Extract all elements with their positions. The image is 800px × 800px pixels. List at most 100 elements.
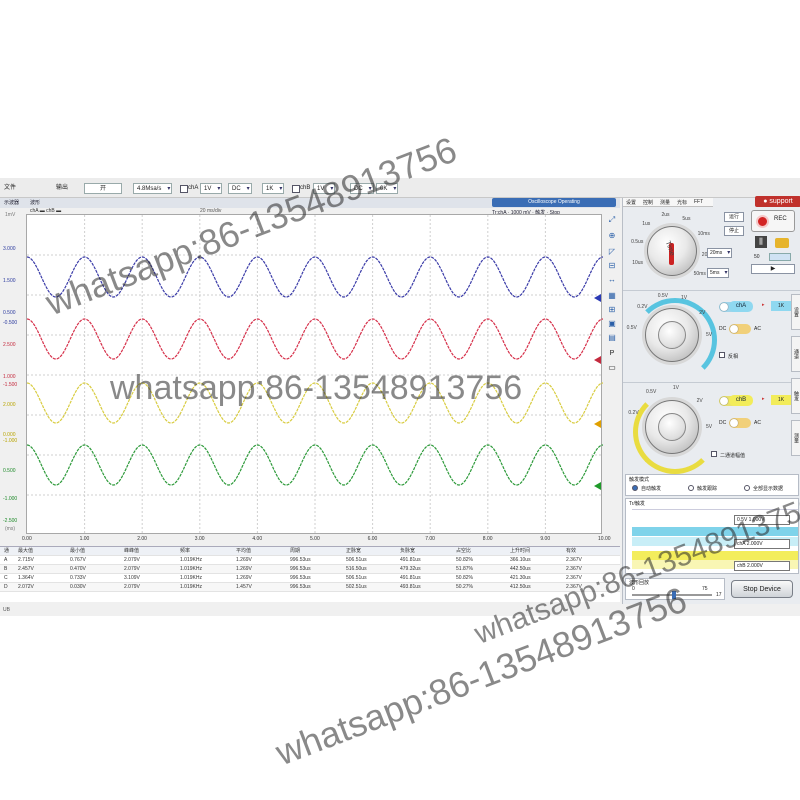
- panel-tabs: 设置 控制 测量 光标 FFT: [623, 198, 713, 207]
- ring-label[interactable]: 1V: [681, 295, 687, 301]
- table-row[interactable]: A 2.715V 0.767V 2.079V 1.019KHz 1.269V 996.53u…: [0, 556, 620, 565]
- trigger-mode-radio[interactable]: [688, 485, 694, 491]
- y-label: -1.000: [3, 496, 18, 502]
- side-tab[interactable]: 通道: [791, 336, 800, 372]
- side-tab[interactable]: 触发: [791, 378, 800, 414]
- chb-knob[interactable]: [645, 400, 699, 454]
- rec-button[interactable]: REC: [751, 210, 795, 232]
- print-icon[interactable]: ▤: [606, 332, 618, 344]
- fit-icon[interactable]: ⤢: [606, 214, 618, 226]
- panel-tab[interactable]: FFT: [694, 199, 703, 205]
- y-label: -2.500: [3, 518, 18, 524]
- channel-marker-d[interactable]: [594, 482, 601, 490]
- cha-level-bar[interactable]: [632, 527, 798, 536]
- panel-tab[interactable]: 测量: [660, 199, 670, 206]
- trigger-mode-radio[interactable]: [744, 485, 750, 491]
- chb-amplitude-checkbox[interactable]: [711, 451, 717, 457]
- cha-coupling-select[interactable]: DC: [228, 183, 252, 195]
- ring-label[interactable]: 0.5us: [631, 239, 643, 245]
- ring-label[interactable]: 1us: [642, 221, 650, 227]
- table-cell: 1.457V: [236, 584, 252, 590]
- side-tab[interactable]: 设置: [791, 294, 800, 330]
- freq-select[interactable]: 1K: [262, 183, 285, 195]
- ring-label[interactable]: 2us: [662, 212, 670, 218]
- cha-invert-checkbox[interactable]: [719, 352, 725, 358]
- run-button[interactable]: 运行: [724, 212, 744, 222]
- ring-label[interactable]: 10ms: [698, 231, 710, 237]
- chb-volt-select[interactable]: 1V: [313, 183, 336, 195]
- tab-wave[interactable]: 波形: [30, 199, 40, 206]
- table-row[interactable]: D 2.072V 0.030V 2.079V 1.019KHz 1.457V 996.53u…: [0, 583, 620, 592]
- cha-arrow-icon[interactable]: ▸: [762, 302, 765, 308]
- chb-coupling-toggle[interactable]: [729, 418, 751, 428]
- trigger-level-field[interactable]: 0.5V 1.000V: [734, 515, 790, 525]
- counter-bar[interactable]: [769, 253, 791, 261]
- chb-level-bar[interactable]: [632, 551, 798, 560]
- panel-tab[interactable]: 设置: [626, 199, 636, 206]
- ring-label[interactable]: 50ms: [694, 271, 706, 277]
- channel-marker-b[interactable]: [594, 356, 601, 364]
- ring-label[interactable]: 0.2V: [637, 304, 647, 310]
- cha-level-field[interactable]: chA 2.000V: [734, 539, 790, 549]
- cha-volt-select[interactable]: 1V: [200, 183, 223, 195]
- side-tab[interactable]: 测量: [791, 420, 800, 456]
- ring-label[interactable]: 0.5V: [627, 325, 637, 331]
- time-knob[interactable]: Time: [647, 226, 697, 276]
- table-header-cell: 周期: [290, 548, 301, 554]
- stop-button[interactable]: 停止: [724, 226, 744, 236]
- ring-label[interactable]: 0.2V: [628, 410, 638, 416]
- mode-select[interactable]: 0K: [376, 183, 399, 195]
- folder-icon[interactable]: [775, 238, 789, 248]
- panel-tab[interactable]: 控制: [643, 199, 653, 206]
- p-icon[interactable]: P: [606, 348, 618, 360]
- save-icon[interactable]: ▣: [606, 318, 618, 330]
- chart-icon[interactable]: ▦: [606, 290, 618, 302]
- ruler-icon[interactable]: ◸: [606, 246, 618, 258]
- tab-scope[interactable]: 示波器: [4, 199, 19, 206]
- chb-arrow-icon[interactable]: ▸: [762, 396, 765, 402]
- menu-output[interactable]: 输出: [56, 183, 68, 194]
- play-button[interactable]: ▶: [751, 264, 795, 274]
- table-header-cell: 上升时间: [510, 548, 531, 554]
- offset-select[interactable]: 5ms: [707, 268, 730, 278]
- table-cell: 1.364V: [18, 575, 34, 581]
- table-row[interactable]: B 2.457V 0.470V 2.079V 1.019KHz 1.269V 996.53u…: [0, 565, 620, 574]
- panel-tab[interactable]: 光标: [677, 199, 687, 206]
- chb-value[interactable]: 1K: [771, 395, 791, 405]
- cha-knob[interactable]: [645, 308, 699, 362]
- cha-checkbox[interactable]: chA: [180, 183, 198, 194]
- chb-coupling-select[interactable]: DC: [350, 183, 374, 195]
- ring-label[interactable]: 1V: [673, 385, 679, 391]
- channel-marker-a[interactable]: [594, 294, 601, 302]
- ring-label[interactable]: 0.5V: [646, 389, 656, 395]
- slider-thumb[interactable]: [672, 591, 676, 599]
- support-button[interactable]: ● support: [755, 196, 800, 207]
- ring-label[interactable]: 5V: [706, 424, 712, 430]
- channel-marker-c[interactable]: [594, 420, 601, 428]
- ring-label[interactable]: 2V: [697, 398, 703, 404]
- time-select[interactable]: 20ms: [707, 248, 733, 258]
- open-button[interactable]: 开: [84, 183, 122, 194]
- measure-icon[interactable]: ⊟: [606, 260, 618, 272]
- ring-label[interactable]: 0.5V: [658, 293, 668, 299]
- cha-coupling-toggle[interactable]: [729, 324, 751, 334]
- stop-device-button[interactable]: Stop Device: [731, 580, 793, 598]
- chb-checkbox[interactable]: chB: [292, 183, 310, 194]
- waveform-plot[interactable]: [26, 214, 604, 535]
- ring-label[interactable]: 5us: [682, 216, 690, 222]
- screen-icon[interactable]: ▭: [606, 362, 618, 374]
- table-header-cell: 频率: [180, 548, 191, 554]
- trigger-mode-radio[interactable]: [632, 485, 638, 491]
- ring-label[interactable]: 2V: [699, 310, 705, 316]
- ring-label[interactable]: 10us: [632, 260, 643, 266]
- menu-file[interactable]: 文件: [4, 183, 16, 194]
- zoom-icon[interactable]: ⊕: [606, 230, 618, 242]
- grid-icon[interactable]: ⊞: [606, 304, 618, 316]
- sample-rate-select[interactable]: 4.8Msa/s: [133, 183, 173, 195]
- chb-level-field[interactable]: chB 2.000V: [734, 561, 790, 571]
- mixer-icon[interactable]: ⫼: [755, 236, 767, 248]
- width-icon[interactable]: ↔: [606, 274, 618, 286]
- table-row[interactable]: C 1.364V 0.733V 3.109V 1.019KHz 1.269V 996.53u…: [0, 574, 620, 583]
- ring-label[interactable]: 5V: [706, 332, 712, 338]
- cha-value[interactable]: 1K: [771, 301, 791, 311]
